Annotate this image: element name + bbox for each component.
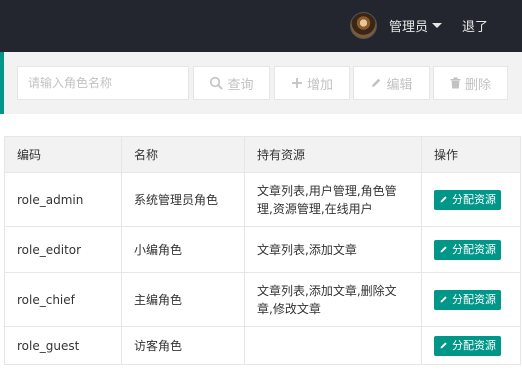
role-resources-cell: 文章列表,添加文章,删除文 章,修改文章 [244, 272, 422, 327]
column-header-name: 名称 [121, 136, 245, 173]
roles-table: 编码 名称 持有资源 操作 role_admin 系统管理员角色 文章列表,用户… [4, 136, 521, 365]
delete-label: 删除 [464, 77, 491, 93]
assign-resources-label: 分配资源 [452, 338, 496, 352]
actions-cell: 分配资源 [421, 226, 521, 273]
delete-button[interactable]: 删除 [433, 66, 508, 100]
pencil-icon [440, 246, 447, 253]
resources-line: 文章列表,添加文章 [257, 242, 357, 257]
table-row: role_admin 系统管理员角色 文章列表,用户管理,角色管 理,资源管理,… [4, 172, 521, 227]
assign-resources-button[interactable]: 分配资源 [434, 289, 501, 310]
table-row: role_editor 小编角色 文章列表,添加文章 分配资源 [4, 226, 521, 273]
table-row: role_chief 主编角色 文章列表,添加文章,删除文 章,修改文章 分配资… [4, 272, 521, 327]
resources-line: 文章列表,添加文章,删除文 [257, 283, 397, 298]
column-header-resources: 持有资源 [244, 136, 422, 173]
top-header [0, 0, 522, 52]
actions-cell: 分配资源 [421, 172, 521, 227]
add-button[interactable]: 增加 [274, 66, 350, 100]
edit-label: 编辑 [386, 77, 413, 93]
column-header-actions: 操作 [421, 136, 521, 173]
assign-resources-button[interactable]: 分配资源 [434, 189, 501, 210]
table-header-row: 编码 名称 持有资源 操作 [4, 136, 521, 173]
role-code-cell: role_editor [4, 226, 122, 273]
role-resources-cell [244, 326, 422, 365]
toolbar-accent-bar [0, 52, 4, 114]
role-name-cell: 主编角色 [121, 272, 245, 327]
user-name[interactable]: 管理员 [389, 16, 428, 35]
resources-line: 章,修改文章 [257, 301, 321, 316]
role-name-cell: 小编角色 [121, 226, 245, 273]
chevron-down-icon[interactable] [432, 23, 442, 28]
role-resources-cell: 文章列表,用户管理,角色管 理,资源管理,在线用户 [244, 172, 422, 227]
query-label: 查询 [227, 77, 254, 93]
pencil-icon [372, 78, 381, 87]
role-resources-cell: 文章列表,添加文章 [244, 226, 422, 273]
user-avatar[interactable] [350, 12, 377, 39]
role-code-cell: role_guest [4, 326, 122, 365]
role-code-cell: role_admin [4, 172, 122, 227]
assign-resources-label: 分配资源 [452, 192, 496, 206]
search-input[interactable] [17, 66, 189, 100]
pencil-icon [440, 196, 447, 203]
assign-resources-label: 分配资源 [452, 242, 496, 256]
resources-line: 文章列表,用户管理,角色管 [257, 183, 397, 198]
pencil-icon [440, 342, 447, 349]
actions-cell: 分配资源 [421, 272, 521, 327]
role-code-cell: role_chief [4, 272, 122, 327]
table-row: role_guest 访客角色 分配资源 [4, 326, 521, 365]
query-button[interactable]: 查询 [193, 66, 270, 100]
resources-line: 理,资源管理,在线用户 [257, 201, 373, 216]
pencil-icon [440, 296, 447, 303]
column-header-code: 编码 [4, 136, 122, 173]
edit-button[interactable]: 编辑 [353, 66, 430, 100]
assign-resources-button[interactable]: 分配资源 [434, 335, 501, 356]
trash-icon [450, 77, 461, 89]
assign-resources-label: 分配资源 [452, 292, 496, 306]
actions-cell: 分配资源 [421, 326, 521, 365]
plus-icon [291, 78, 302, 88]
logout-link[interactable]: 退了 [462, 16, 488, 35]
add-label: 增加 [306, 77, 333, 93]
search-icon [210, 76, 224, 90]
role-name-cell: 访客角色 [121, 326, 245, 365]
role-name-cell: 系统管理员角色 [121, 172, 245, 227]
assign-resources-button[interactable]: 分配资源 [434, 239, 501, 260]
